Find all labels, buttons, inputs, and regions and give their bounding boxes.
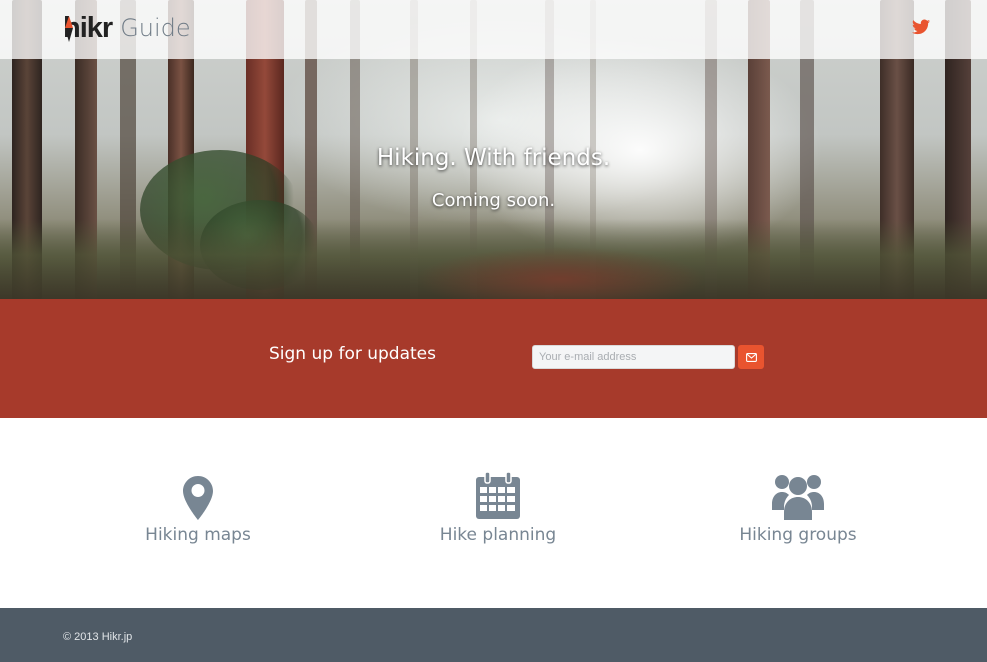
logo[interactable]: hikr Guide [63,10,191,46]
footer: © 2013 Hikr.jp [0,608,987,662]
email-submit-button[interactable] [738,345,764,369]
signup-section: Sign up for updates [0,299,987,418]
hero-subtitle: Coming soon. [431,190,556,211]
copyright-text: © 2013 Hikr.jp [63,631,133,643]
feature-label: Hike planning [439,525,557,545]
twitter-icon[interactable] [912,19,930,35]
signup-label: Sign up for updates [269,344,436,364]
logo-title: Guide [120,14,191,42]
users-icon [772,475,824,520]
feature-label: Hiking maps [145,525,251,545]
feature-hiking-groups[interactable]: Hiking groups [698,470,898,545]
calendar-icon [476,472,520,519]
forest-ground [0,219,987,299]
features-section: Hiking maps Hike planning Hiking groups [0,418,987,608]
email-input[interactable] [532,345,735,369]
feature-hike-planning[interactable]: Hike planning [398,470,598,545]
hero-title: Hiking. With friends. [376,145,611,171]
feature-hiking-maps[interactable]: Hiking maps [98,470,298,545]
map-marker-icon [183,476,213,520]
feature-label: Hiking groups [739,525,857,545]
compass-needle-icon [65,16,74,42]
navbar: hikr Guide [0,0,987,59]
envelope-icon [745,352,757,362]
